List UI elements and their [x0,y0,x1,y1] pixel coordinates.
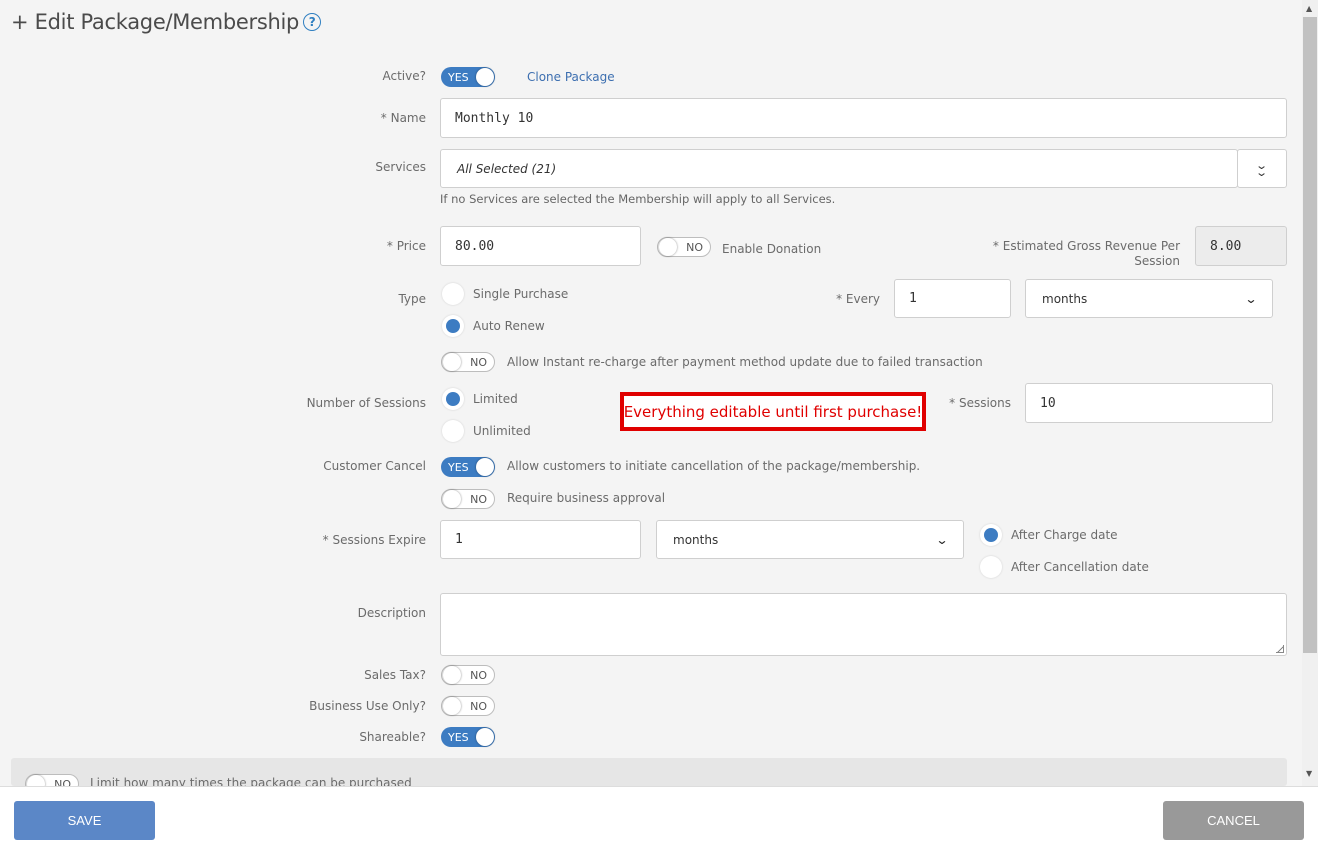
price-input[interactable]: 80.00 [440,226,641,266]
number-of-sessions-label: Number of Sessions [306,396,426,410]
every-unit-value: months [1042,291,1088,306]
after-cancellation-date-label: After Cancellation date [1011,560,1149,574]
sessions-expire-unit-value: months [673,532,719,547]
toggle-knob [476,728,494,746]
type-label: Type [398,292,426,306]
scroll-up-icon[interactable]: ▲ [1306,4,1312,13]
radio-after-charge-date[interactable] [980,524,1002,546]
toggle-knob [443,697,461,715]
shareable-label: Shareable? [359,730,426,744]
sales-tax-label: Sales Tax? [364,668,426,682]
services-hint: If no Services are selected the Membersh… [440,192,836,206]
every-unit-select[interactable]: months ⌄ [1025,279,1273,318]
page-title: + Edit Package/Membership ? [11,10,322,34]
name-input[interactable]: Monthly 10 [440,98,1287,138]
resize-grip-icon[interactable] [1276,645,1284,653]
limit-purchases-label: Limit how many times the package can be … [90,776,412,786]
radio-unlimited[interactable] [442,420,464,442]
sales-tax-toggle[interactable]: NO [441,665,495,685]
active-toggle[interactable]: YES [441,67,495,87]
estimated-revenue-label-line1: * Estimated Gross Revenue Per [992,239,1180,253]
shareable-toggle[interactable]: YES [441,727,495,747]
sessions-expire-input[interactable]: 1 [440,520,641,559]
toggle-knob [476,68,494,86]
scrollbar-thumb[interactable] [1303,17,1317,653]
radio-auto-renew[interactable] [442,315,464,337]
toggle-knob [443,490,461,508]
donation-toggle-text: NO [686,240,703,254]
page-title-text: + Edit Package/Membership [11,10,300,34]
question-circle-icon[interactable]: ? [303,13,322,31]
toggle-knob [476,458,494,476]
customer-cancel-toggle-text: YES [448,460,469,474]
toggle-knob [27,775,45,786]
single-purchase-label: Single Purchase [473,287,569,301]
toggle-knob [443,666,461,684]
radio-limited[interactable] [442,388,464,410]
every-input[interactable]: 1 [894,279,1011,318]
toggle-knob [443,353,461,371]
sessions-expire-unit-select[interactable]: months ⌄ [656,520,964,559]
donation-label: Enable Donation [722,242,822,256]
footer-bar: SAVE CANCEL [0,786,1318,851]
scroll-down-icon[interactable]: ▼ [1306,769,1312,778]
active-label: Active? [382,69,427,83]
services-select-value: All Selected (21) [457,161,557,176]
services-label: Services [375,160,426,174]
business-approval-label: Require business approval [507,491,666,505]
limit-purchases-toggle[interactable]: NO [25,774,79,786]
limit-purchases-toggle-text: NO [54,777,71,787]
business-use-toggle-text: NO [470,699,487,713]
unlimited-label: Unlimited [473,424,531,438]
instant-recharge-toggle-text: NO [470,355,487,369]
description-textarea[interactable] [440,593,1287,656]
sessions-count-input[interactable]: 10 [1025,383,1273,423]
every-label: * Every [836,292,880,306]
sessions-count-label: * Sessions [949,396,1011,410]
services-expand-button[interactable]: ⌄ ⌄ [1237,149,1287,188]
estimated-revenue-label-line2: Session [1134,254,1180,268]
clone-package-link[interactable]: Clone Package [527,70,615,84]
sales-tax-toggle-text: NO [470,668,487,682]
services-select[interactable]: All Selected (21) [440,149,1238,188]
after-charge-date-label: After Charge date [1011,528,1118,542]
radio-after-cancellation-date[interactable] [980,556,1002,578]
customer-cancel-label: Customer Cancel [323,459,426,473]
customer-cancel-toggle[interactable]: YES [441,457,495,477]
sessions-expire-label: * Sessions Expire [322,533,426,547]
estimated-revenue-value: 8.00 [1195,226,1287,266]
name-label: * Name [380,111,426,125]
cancel-button[interactable]: CANCEL [1163,801,1304,840]
customer-cancel-description: Allow customers to initiate cancellation… [507,459,921,473]
chevron-down-icon: ⌄ [935,532,949,547]
shareable-toggle-text: YES [448,730,469,744]
active-toggle-text: YES [448,70,469,84]
save-button[interactable]: SAVE [14,801,155,840]
limit-purchases-panel: NO Limit how many times the package can … [11,758,1287,786]
toggle-knob [659,238,677,256]
business-approval-toggle[interactable]: NO [441,489,495,509]
double-chevron-down-icon: ⌄ ⌄ [1255,158,1269,179]
price-label: * Price [386,239,426,253]
auto-renew-label: Auto Renew [473,319,545,333]
donation-toggle[interactable]: NO [657,237,711,257]
scrollbar[interactable]: ▲ ▼ [1302,0,1318,786]
chevron-down-icon: ⌄ [1244,291,1258,306]
description-label: Description [357,606,426,620]
business-use-label: Business Use Only? [309,699,426,713]
business-approval-toggle-text: NO [470,492,487,506]
limited-label: Limited [473,392,518,406]
business-use-toggle[interactable]: NO [441,696,495,716]
instant-recharge-label: Allow Instant re-charge after payment me… [507,355,983,369]
instant-recharge-toggle[interactable]: NO [441,352,495,372]
radio-single-purchase[interactable] [442,283,464,305]
annotation-callout: Everything editable until first purchase… [620,392,926,431]
estimated-revenue-label: * Estimated Gross Revenue Per Session [960,239,1180,269]
